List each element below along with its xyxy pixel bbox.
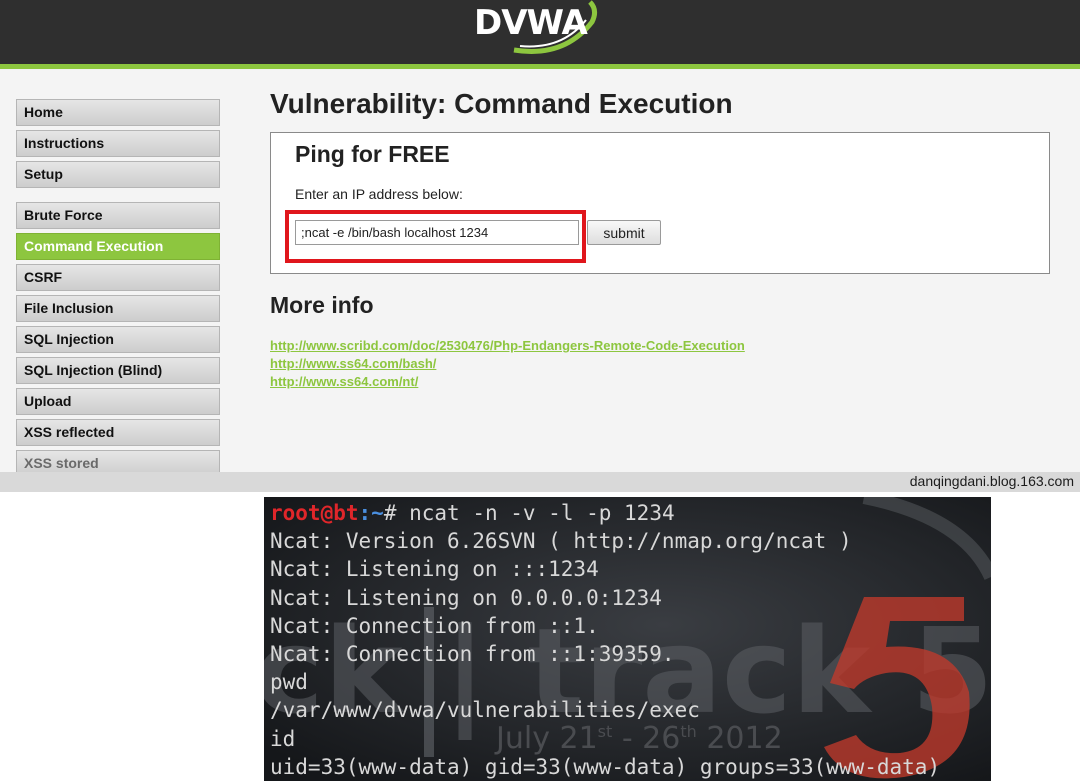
terminal-line: Ncat: Listening on 0.0.0.0:1234	[270, 585, 662, 610]
dvwa-header: DVWA	[0, 0, 1080, 64]
sidebar-item-upload[interactable]: Upload	[16, 388, 220, 415]
blog-watermark: danqingdani.blog.163.com	[909, 473, 1074, 489]
sidebar-item-command-execution[interactable]: Command Execution	[16, 233, 220, 260]
sidebar-item-home[interactable]: Home	[16, 99, 220, 126]
terminal-line: Ncat: Listening on :::1234	[270, 557, 599, 582]
terminal-line: Ncat: Connection from ::1.	[270, 613, 599, 638]
terminal-window[interactable]: ck | track 5 July 21st - 26th 2012 root@…	[264, 497, 991, 781]
sidebar-item-csrf[interactable]: CSRF	[16, 264, 220, 291]
sidebar-item-brute-force[interactable]: Brute Force	[16, 202, 220, 229]
prompt-path: :~	[358, 501, 384, 525]
sidebar-item-sql-injection[interactable]: SQL Injection	[16, 326, 220, 353]
ping-title: Ping for FREE	[295, 141, 450, 167]
terminal-output: root@bt:~# ncat -n -v -l -p 1234 Ncat: V…	[270, 499, 940, 781]
link-ss64-nt[interactable]: http://www.ss64.com/nt/	[270, 373, 745, 391]
ip-address-input[interactable]	[295, 220, 579, 245]
ping-form-box: Ping for FREE Enter an IP address below:…	[270, 132, 1050, 274]
link-scribd-php[interactable]: http://www.scribd.com/doc/2530476/Php-En…	[270, 337, 745, 355]
submit-button[interactable]: submit	[587, 220, 661, 245]
header-stripe	[0, 64, 1080, 69]
terminal-line: Ncat: Connection from ::1:39359.	[270, 642, 675, 667]
prompt-command: # ncat -n -v -l -p 1234	[383, 501, 675, 525]
sidebar-item-xss-reflected[interactable]: XSS reflected	[16, 419, 220, 446]
terminal-line: uid=33(www-data) gid=33(www-data) groups…	[270, 754, 941, 779]
page-title: Vulnerability: Command Execution	[270, 88, 733, 119]
menu-group-general: Home Instructions Setup	[16, 99, 220, 188]
logo-text: DVWA	[474, 3, 588, 43]
terminal-line: Ncat: Version 6.26SVN ( http://nmap.org/…	[270, 529, 852, 554]
more-info-title: More info	[270, 292, 374, 318]
dvwa-browser-capture: DVWA Home Instructions Setup Brute Force…	[0, 0, 1080, 492]
sidebar-menu: Home Instructions Setup Brute Force Comm…	[16, 99, 220, 491]
sidebar-item-instructions[interactable]: Instructions	[16, 130, 220, 157]
link-ss64-bash[interactable]: http://www.ss64.com/bash/	[270, 355, 745, 373]
ip-address-label: Enter an IP address below:	[295, 186, 463, 202]
main-content: Vulnerability: Command Execution Ping fo…	[270, 82, 1060, 389]
menu-group-vulnerabilities: Brute Force Command Execution CSRF File …	[16, 202, 220, 477]
terminal-line: id	[270, 726, 296, 751]
more-info-links: http://www.scribd.com/doc/2530476/Php-En…	[270, 337, 745, 391]
sidebar-item-sql-injection-blind[interactable]: SQL Injection (Blind)	[16, 357, 220, 384]
dvwa-logo[interactable]: DVWA	[474, 0, 604, 56]
terminal-prompt-line: root@bt:~# ncat -n -v -l -p 1234	[270, 499, 940, 527]
terminal-line: pwd	[270, 670, 308, 695]
terminal-line: /var/www/dvwa/vulnerabilities/exec	[270, 698, 700, 723]
prompt-user: root@bt	[270, 501, 359, 525]
sidebar-item-file-inclusion[interactable]: File Inclusion	[16, 295, 220, 322]
sidebar-item-setup[interactable]: Setup	[16, 161, 220, 188]
